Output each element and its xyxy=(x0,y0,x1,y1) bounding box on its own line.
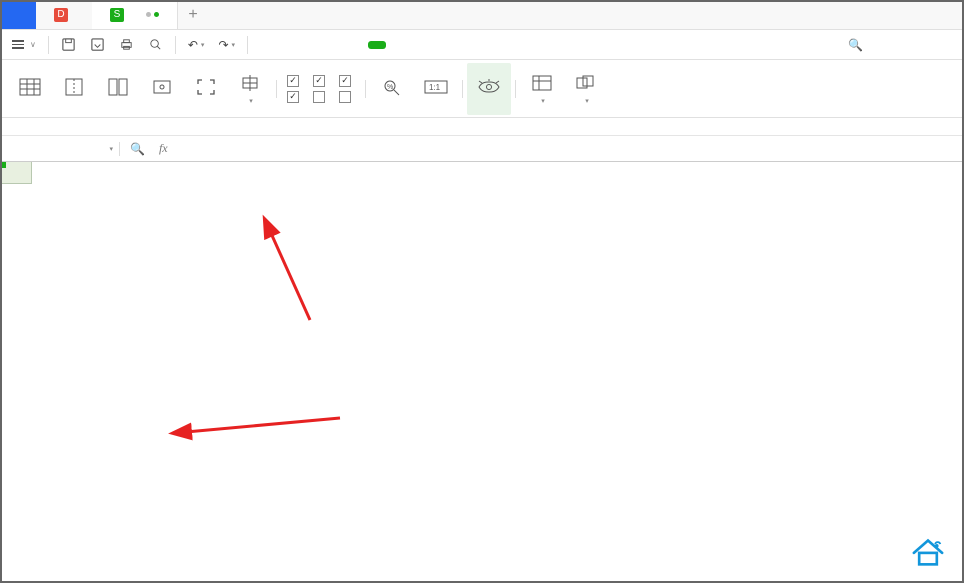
fx-label[interactable]: fx xyxy=(159,141,168,156)
menu-tab-review[interactable] xyxy=(350,41,368,49)
menu-button[interactable]: ∨ xyxy=(6,37,42,52)
quick-toolbar: ∨ ↶ ▾ ↷ ▾ 🔍 xyxy=(0,30,964,60)
tab-status-dots xyxy=(146,12,159,17)
ribbon-view: ▾ ✓ ✓ ✓ ✓ % 1:1 ▾ ▾ xyxy=(0,60,964,118)
tab-home[interactable] xyxy=(0,0,36,29)
print-preview-button[interactable] xyxy=(142,34,169,55)
zoom-icon: % xyxy=(382,76,402,98)
ratio-icon: 1:1 xyxy=(424,76,448,98)
tab-file[interactable]: S xyxy=(92,0,178,29)
menu-tab-dev[interactable] xyxy=(386,41,404,49)
undo-button[interactable]: ↶ ▾ xyxy=(182,35,211,55)
view-fullscreen-button[interactable] xyxy=(184,63,228,115)
menu-tab-formula[interactable] xyxy=(314,41,332,49)
windows-icon xyxy=(575,72,597,94)
custom-view-icon xyxy=(151,76,173,98)
search-area: 🔍 xyxy=(848,38,958,52)
chk-print-rowcol[interactable] xyxy=(339,91,355,103)
view-page-preview-button[interactable] xyxy=(52,63,96,115)
zoom-ratio-button[interactable]: % xyxy=(370,63,414,115)
house-icon xyxy=(910,537,946,567)
hamburger-icon xyxy=(12,40,24,49)
menu-tab-data[interactable] xyxy=(332,41,350,49)
zoom-100-button[interactable]: 1:1 xyxy=(414,63,458,115)
view-page-layout-button[interactable] xyxy=(96,63,140,115)
name-box[interactable]: ▾ xyxy=(0,142,120,156)
menu-tab-vip[interactable] xyxy=(404,41,422,49)
chevron-down-icon: ∨ xyxy=(30,40,36,49)
eye-icon xyxy=(477,76,501,98)
page-preview-icon xyxy=(63,76,85,98)
grid-icon xyxy=(19,76,41,98)
redo-button[interactable]: ↷ ▾ xyxy=(212,35,241,55)
menu-tab-view[interactable] xyxy=(368,41,386,49)
chevron-down-icon: ▾ xyxy=(541,97,545,105)
new-tab-button[interactable]: + xyxy=(178,0,208,29)
view-checkboxes: ✓ ✓ ✓ ✓ xyxy=(281,75,361,103)
fullscreen-icon xyxy=(196,76,216,98)
app-tab-bar: D S + xyxy=(0,0,964,30)
chk-task-pane[interactable]: ✓ xyxy=(287,91,303,103)
view-custom-button[interactable] xyxy=(140,63,184,115)
freeze-panes-button[interactable]: ▾ xyxy=(520,63,564,115)
spreadsheet-grid[interactable] xyxy=(0,162,964,582)
chevron-down-icon: ▾ xyxy=(249,97,253,105)
rearrange-windows-button[interactable]: ▾ xyxy=(564,63,608,115)
print-button[interactable] xyxy=(113,34,140,55)
search-icon: 🔍 xyxy=(848,38,863,52)
chevron-down-icon: ▾ xyxy=(109,145,113,153)
svg-text:%: % xyxy=(387,84,393,91)
formula-bar: ▾ 🔍 fx xyxy=(0,136,964,162)
reading-icon xyxy=(239,72,261,94)
save-as-button[interactable] xyxy=(84,34,111,55)
menu-tab-page-layout[interactable] xyxy=(296,41,314,49)
chk-show-grid[interactable]: ✓ xyxy=(313,75,329,87)
freeze-icon xyxy=(531,72,553,94)
name-box-input[interactable] xyxy=(20,142,100,156)
save-button[interactable] xyxy=(55,34,82,55)
menu-tabs xyxy=(260,41,440,49)
tab-templates[interactable]: D xyxy=(36,0,92,29)
template-icon: D xyxy=(54,8,68,22)
chevron-down-icon: ▾ xyxy=(585,97,589,105)
zoom-fx-icon[interactable]: 🔍 xyxy=(130,142,145,156)
spreadsheet-icon: S xyxy=(110,8,124,22)
menu-tab-insert[interactable] xyxy=(278,41,296,49)
menu-tab-efficiency[interactable] xyxy=(422,41,440,49)
page-layout-icon xyxy=(107,76,129,98)
chk-print-grid[interactable] xyxy=(313,91,329,103)
search-input[interactable] xyxy=(868,38,958,52)
eye-protect-button[interactable] xyxy=(467,63,511,115)
svg-text:1:1: 1:1 xyxy=(429,83,441,92)
view-normal-button[interactable] xyxy=(8,63,52,115)
chk-formula-bar[interactable]: ✓ xyxy=(287,75,303,87)
menu-tab-start[interactable] xyxy=(260,41,278,49)
chk-show-rowcol[interactable]: ✓ xyxy=(339,75,355,87)
view-reading-button[interactable]: ▾ xyxy=(228,63,272,115)
watermark xyxy=(910,537,952,567)
